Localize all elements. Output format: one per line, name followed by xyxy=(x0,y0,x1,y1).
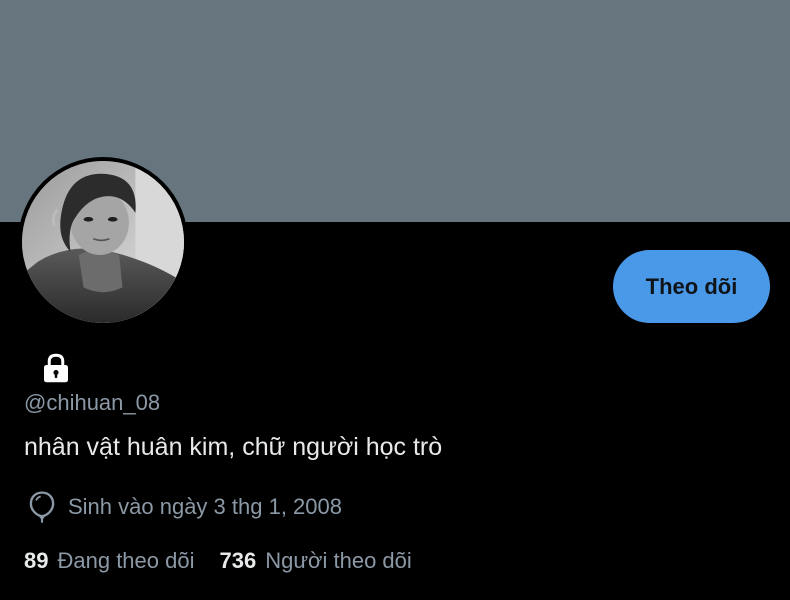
profile-handle: @chihuan_08 xyxy=(24,390,161,415)
profile-page: Theo dõi @chihuan_08 nhân vật huân kim, … xyxy=(0,0,790,600)
followers-stat[interactable]: 736 Người theo dõi xyxy=(219,548,411,574)
following-stat[interactable]: 89 Đang theo dõi xyxy=(24,548,194,574)
followers-count: 736 xyxy=(219,548,257,573)
followers-label: Người theo dõi xyxy=(265,548,412,573)
following-label: Đang theo dõi xyxy=(57,548,195,573)
follow-stats: 89 Đang theo dõi 736 Người theo dõi xyxy=(24,548,437,574)
balloon-icon xyxy=(26,490,58,524)
lock-icon xyxy=(38,350,74,386)
following-count: 89 xyxy=(24,548,49,573)
birth-date-text: Sinh vào ngày 3 thg 1, 2008 xyxy=(68,494,342,519)
follow-button[interactable]: Theo dõi xyxy=(613,250,770,323)
birth-date-row: Sinh vào ngày 3 thg 1, 2008 xyxy=(26,490,342,524)
avatar[interactable] xyxy=(18,157,188,327)
avatar-photo xyxy=(22,161,184,323)
profile-bio: nhân vật huân kim, chữ người học trò xyxy=(24,433,443,461)
